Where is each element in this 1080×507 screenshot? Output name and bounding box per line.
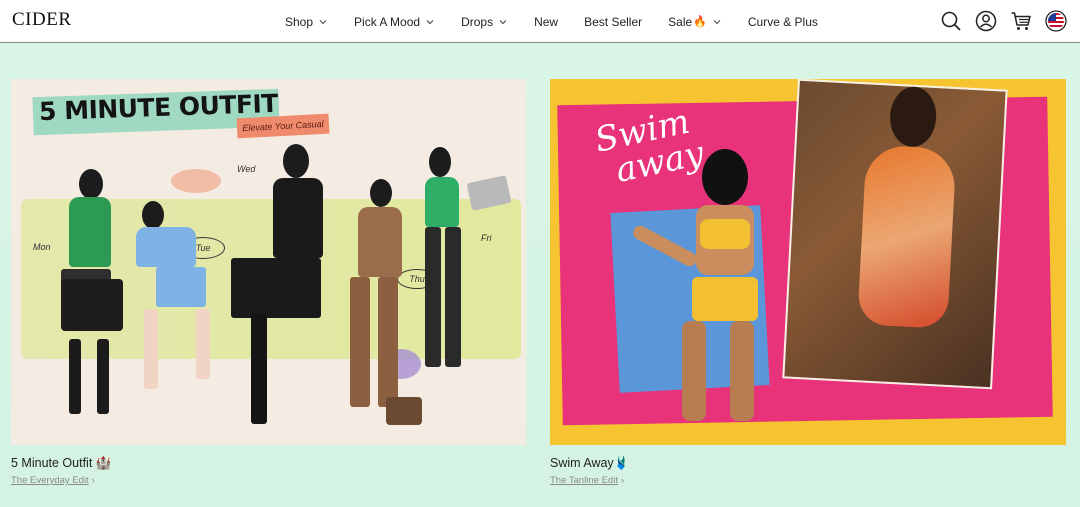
account-icon: [975, 10, 997, 32]
nav-item-label: New: [534, 14, 559, 29]
nav-item-drops[interactable]: Drops: [461, 15, 508, 29]
chevron-down-icon: [426, 19, 434, 24]
nav-item-shop[interactable]: Shop: [285, 15, 328, 29]
chevron-right-icon: ›: [620, 475, 625, 486]
region-button[interactable]: [1044, 9, 1068, 33]
main-nav: Shop Pick A Mood Drops New Best Seller S…: [285, 0, 844, 43]
chevron-down-icon: [713, 19, 721, 24]
nav-item-best-seller[interactable]: Best Seller: [584, 15, 642, 29]
nav-item-curve-plus[interactable]: Curve & Plus: [748, 15, 818, 29]
site-header: CIDER Shop Pick A Mood Drops New Best Se…: [0, 0, 1080, 43]
nav-item-label: Shop: [285, 14, 314, 29]
card-link[interactable]: The Everyday Edit ›: [11, 475, 95, 486]
collection-card-5-minute-outfit[interactable]: 5 MINUTE OUTFIT Elevate Your Casual Mon …: [11, 79, 526, 486]
model-figure: [630, 149, 770, 429]
model-figure: [336, 149, 426, 419]
model-figure: [126, 149, 226, 409]
nav-item-label: Sale: [668, 14, 693, 29]
collection-image[interactable]: 5 MINUTE OUTFIT Elevate Your Casual Mon …: [11, 79, 526, 445]
nav-item-label: Curve & Plus: [747, 14, 818, 29]
nav-item-sale[interactable]: Sale 🔥: [668, 15, 722, 29]
model-figure: [221, 144, 331, 439]
cart-icon: [1011, 12, 1031, 30]
card-title[interactable]: Swim Away🩱: [550, 456, 629, 471]
tote-bag-prop: [61, 279, 123, 331]
header-icons: [928, 9, 1068, 33]
chevron-down-icon: [499, 19, 507, 24]
fire-icon: 🔥: [693, 16, 707, 28]
photo-collage: [782, 79, 1008, 390]
card-link[interactable]: The Tanline Edit ›: [550, 475, 624, 486]
image-tagline: Elevate Your Casual: [236, 113, 330, 139]
card-link-label: The Everyday Edit: [11, 475, 89, 486]
nav-item-pick-a-mood[interactable]: Pick A Mood: [354, 15, 435, 29]
nav-item-label: Drops: [461, 14, 494, 29]
note-mon: Mon: [33, 242, 51, 252]
collection-card-swim-away[interactable]: Swim away Swim Away🩱 The Tanline Edit ›: [550, 79, 1066, 486]
chevron-down-icon: [319, 19, 327, 24]
card-link-label: The Tanline Edit: [550, 475, 618, 486]
handbag-prop: [386, 397, 422, 425]
search-icon: [941, 11, 961, 31]
nav-item-label: Pick A Mood: [354, 14, 421, 29]
card-title[interactable]: 5 Minute Outfit 🏰: [11, 456, 111, 471]
search-button[interactable]: [939, 9, 963, 33]
chevron-right-icon: ›: [91, 475, 95, 486]
nav-item-label: Best Seller: [584, 14, 643, 29]
account-button[interactable]: [974, 9, 998, 33]
us-flag-icon: [1045, 10, 1067, 32]
collection-image[interactable]: Swim away: [550, 79, 1066, 445]
brand-logo[interactable]: CIDER: [12, 9, 72, 31]
nav-item-new[interactable]: New: [534, 15, 558, 29]
cart-button[interactable]: [1009, 9, 1033, 33]
